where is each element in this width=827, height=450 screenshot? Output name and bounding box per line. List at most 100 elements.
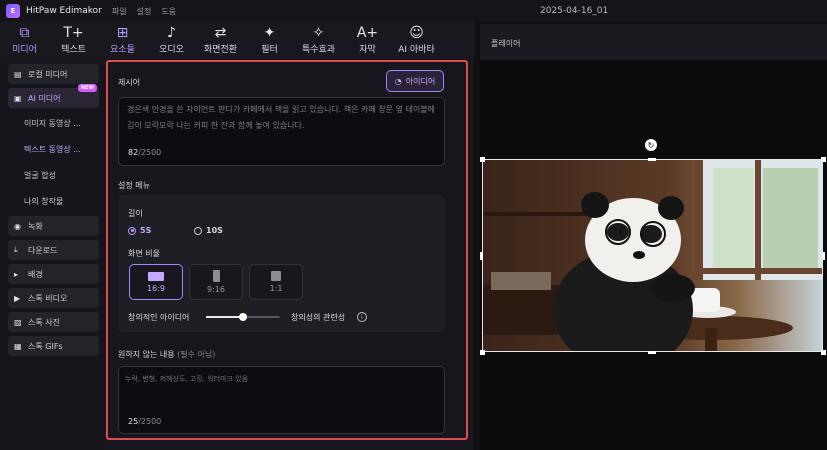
sidebar-sub-image-to-video[interactable]: 이미지 동영상 ...: [8, 112, 99, 134]
sidebar-item-record[interactable]: ◉ 녹화: [8, 216, 99, 236]
relevance-label: 창의성의 관련성: [291, 313, 346, 322]
avatar-icon: ☺: [409, 25, 424, 41]
prompt-text: 경은색 안경을 쓴 자이언트 판다가 카페에서 책을 읽고 있습니다. 책은 카…: [127, 105, 435, 130]
download-icon: ⤓: [14, 245, 18, 254]
project-title: 2025-04-16_01: [540, 6, 609, 16]
resize-handle[interactable]: [821, 157, 826, 162]
ratio-portrait-icon: [212, 270, 220, 282]
toolbar-tab-5[interactable]: ⇄ 화면전환: [196, 22, 245, 58]
length-label: 길이: [128, 209, 143, 218]
text-icon: T+: [63, 25, 84, 41]
folder-icon: ▤: [14, 69, 22, 79]
filter-icon: ✦: [263, 25, 276, 41]
idea-button[interactable]: ◔ 아이디어: [386, 70, 444, 92]
toolbar-tab-6[interactable]: ✦ 필터: [245, 22, 294, 58]
toolbar-tab-label: 텍스트: [61, 45, 86, 55]
transition-icon: ⇄: [214, 25, 227, 41]
ratio-label-text: 9:16: [207, 285, 225, 294]
menu-settings[interactable]: 설정: [137, 6, 152, 17]
toolbar-tab-label: 특수효과: [301, 45, 336, 55]
player-header: [480, 24, 827, 60]
sidebar-item-label: 스톡 사진: [28, 317, 60, 327]
record-icon: ◉: [14, 221, 21, 231]
image-icon: ▨: [14, 317, 22, 327]
ratio-label-text: 16:9: [147, 283, 165, 293]
elements-icon: ⊞: [116, 25, 129, 41]
gif-icon: ▦: [14, 341, 22, 351]
resize-handle[interactable]: [480, 252, 483, 260]
sidebar-item-local-media[interactable]: ▤ 로컬 미디어: [8, 64, 99, 84]
info-icon[interactable]: i: [357, 312, 367, 322]
sidebar-sub-text-to-video[interactable]: 텍스트 동영상 ...: [8, 138, 99, 160]
menu-help[interactable]: 도움: [161, 6, 176, 17]
media-sidebar: ▤ 로컬 미디어 ▣ AI 미디어 NEW 이미지 동영상 ... 텍스트 동영…: [0, 58, 104, 450]
slider-fill: [206, 316, 243, 318]
rotate-handle-icon[interactable]: ↻: [645, 139, 657, 151]
sidebar-item-download[interactable]: ⤓ 다운로드: [8, 240, 99, 260]
toolbar-tab-4[interactable]: ♪ 오디오: [147, 22, 196, 58]
sidebar-item-label: 스톡 비디오: [28, 293, 68, 303]
ratio-label-text: 1:1: [269, 284, 283, 293]
ratio-9-16-button[interactable]: 9:16: [189, 264, 243, 300]
ratio-label: 화면 비율: [128, 249, 160, 258]
length-option-label: 5S: [140, 226, 152, 235]
sidebar-item-stock-photo[interactable]: ▨ 스톡 사진: [8, 312, 99, 332]
settings-title: 설정 메뉴: [118, 181, 150, 190]
play-circle-icon: ▶: [14, 293, 21, 303]
ai-media-icon: ▣: [14, 93, 22, 103]
radio-selected-icon: [128, 226, 136, 235]
toolbar-tab-7[interactable]: ✧ 특수효과: [294, 22, 343, 58]
ratio-16-9-button[interactable]: 16:9: [129, 264, 183, 300]
sidebar-sub-face-swap[interactable]: 얼굴 합성: [8, 164, 99, 186]
resize-handle[interactable]: [480, 350, 485, 355]
sidebar-item-stock-gifs[interactable]: ▦ 스톡 GIFs: [8, 336, 99, 356]
resize-handle[interactable]: [821, 350, 826, 355]
sidebar-item-label: AI 미디어: [28, 93, 61, 103]
toolbar-tab-label: 요소들: [110, 45, 135, 55]
toolbar-tab-label: 미디어: [12, 45, 37, 55]
toolbar-tab-8[interactable]: A+ 자막: [343, 22, 392, 58]
ratio-square-icon: [271, 271, 281, 281]
toolbar-tab-label: 필터: [261, 45, 278, 55]
resize-handle[interactable]: [480, 157, 485, 162]
triangle-right-icon: ▸: [14, 269, 19, 279]
radio-empty-icon: [194, 226, 202, 235]
sidebar-item-background[interactable]: ▸ 배경: [8, 264, 99, 284]
sidebar-item-label: 다운로드: [28, 245, 58, 255]
main-toolbar: ⧉ 미디어 T+ 텍스트 ⊞ 요소들 ♪ 오디오 ⇄ 화면전환 ✦ 필터 ✧ 특수효과 A+ 자막 ☺ AI 아바…: [0, 22, 475, 58]
effects-icon: ✧: [312, 25, 325, 41]
creativity-slider[interactable]: [206, 313, 280, 321]
idea-button-label: 아이디어: [405, 76, 436, 86]
app-name: HitPaw Edimakor: [26, 6, 102, 16]
negative-char-count: 25/2500: [128, 417, 162, 426]
toolbar-tab-1[interactable]: ⧉ 미디어: [0, 22, 49, 58]
negative-prompt-title: 원하지 않는 내용 (필수 아님): [118, 350, 216, 359]
toolbar-tab-2[interactable]: T+ 텍스트: [49, 22, 98, 58]
length-option-10s[interactable]: 10S: [194, 226, 223, 235]
title-bar: E HitPaw Edimakor 파일 설정 도움 2025-04-16_01: [0, 0, 827, 22]
app-logo: E: [6, 4, 20, 18]
negative-prompt-placeholder: 누락, 변형, 저해상도, 고장, 워터마크 있음: [125, 375, 249, 383]
new-badge: NEW: [77, 84, 97, 92]
slider-knob[interactable]: [239, 313, 247, 321]
sidebar-sub-my-creations[interactable]: 나의 창작물: [8, 190, 99, 212]
lightbulb-icon: ◔: [394, 76, 402, 86]
video-preview[interactable]: [482, 159, 823, 352]
resize-handle[interactable]: [648, 351, 656, 354]
panda-cafe-image: [483, 160, 822, 351]
ratio-landscape-icon: [148, 271, 164, 281]
toolbar-tab-9[interactable]: ☺ AI 아바타: [392, 22, 441, 58]
resize-handle[interactable]: [648, 158, 656, 161]
toolbar-tab-label: 오디오: [159, 45, 184, 55]
sidebar-item-stock-video[interactable]: ▶ 스톡 비디오: [8, 288, 99, 308]
sidebar-item-ai-media[interactable]: ▣ AI 미디어 NEW: [8, 84, 99, 108]
sidebar-item-label: 로컬 미디어: [28, 69, 68, 79]
subtitle-icon: A+: [356, 25, 379, 41]
toolbar-tab-3[interactable]: ⊞ 요소들: [98, 22, 147, 58]
ratio-1-1-button[interactable]: 1:1: [249, 264, 303, 300]
length-option-5s[interactable]: 5S: [128, 226, 151, 235]
player-title: 플레이어: [491, 39, 521, 48]
toolbar-tab-label: 자막: [359, 45, 376, 55]
menu-file[interactable]: 파일: [112, 6, 127, 17]
resize-handle[interactable]: [822, 252, 825, 260]
